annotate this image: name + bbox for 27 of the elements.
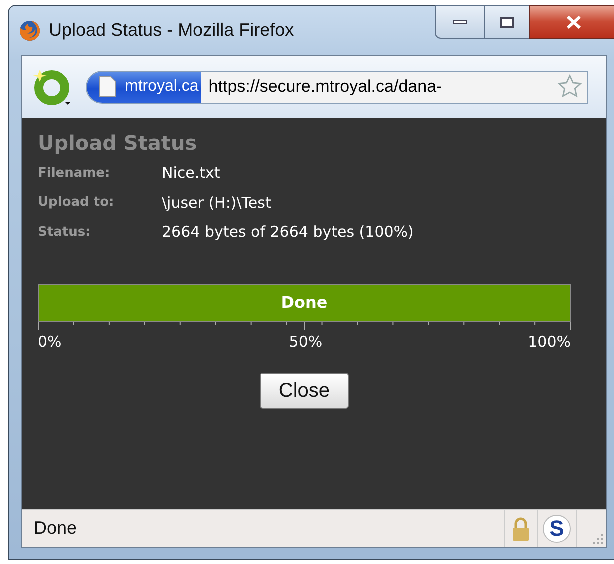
field-value: \juser (H:)\Test <box>162 192 272 214</box>
field-label: Upload to: <box>38 194 116 212</box>
resize-grip-icon[interactable] <box>593 534 603 544</box>
maximize-button[interactable] <box>485 5 529 39</box>
field-value: Nice.txt <box>162 163 222 184</box>
status-text: Done <box>33 517 78 540</box>
close-icon <box>566 16 582 28</box>
scale-label: 100% <box>528 332 571 352</box>
close-button[interactable] <box>529 5 614 39</box>
addon-icon[interactable]: S <box>543 514 571 542</box>
progress-label: Done <box>280 292 329 314</box>
padlock-icon[interactable] <box>511 516 531 542</box>
scale-label: 50% <box>288 332 323 352</box>
field-label: Filename: <box>38 164 112 182</box>
field-value: 2664 bytes of 2664 bytes (100%) <box>162 222 415 243</box>
site-identity-button[interactable]: mtroyal.ca <box>87 72 201 102</box>
url-text: https://secure.mtroyal.ca/dana- <box>208 76 444 98</box>
window-title: Upload Status - Mozilla Firefox <box>49 19 294 42</box>
url-field[interactable]: mtroyal.ca https://secure.mtroyal.ca/dana- <box>86 70 588 104</box>
minimize-button[interactable] <box>435 5 485 39</box>
star-icon[interactable] <box>557 74 583 100</box>
close-button[interactable]: Close <box>260 373 350 409</box>
field-label: Status: <box>38 224 92 242</box>
firefox-logo-icon <box>19 20 41 42</box>
page-icon <box>99 76 117 98</box>
scale-label: 0% <box>38 332 62 352</box>
dialog-heading: Upload Status <box>38 130 198 157</box>
